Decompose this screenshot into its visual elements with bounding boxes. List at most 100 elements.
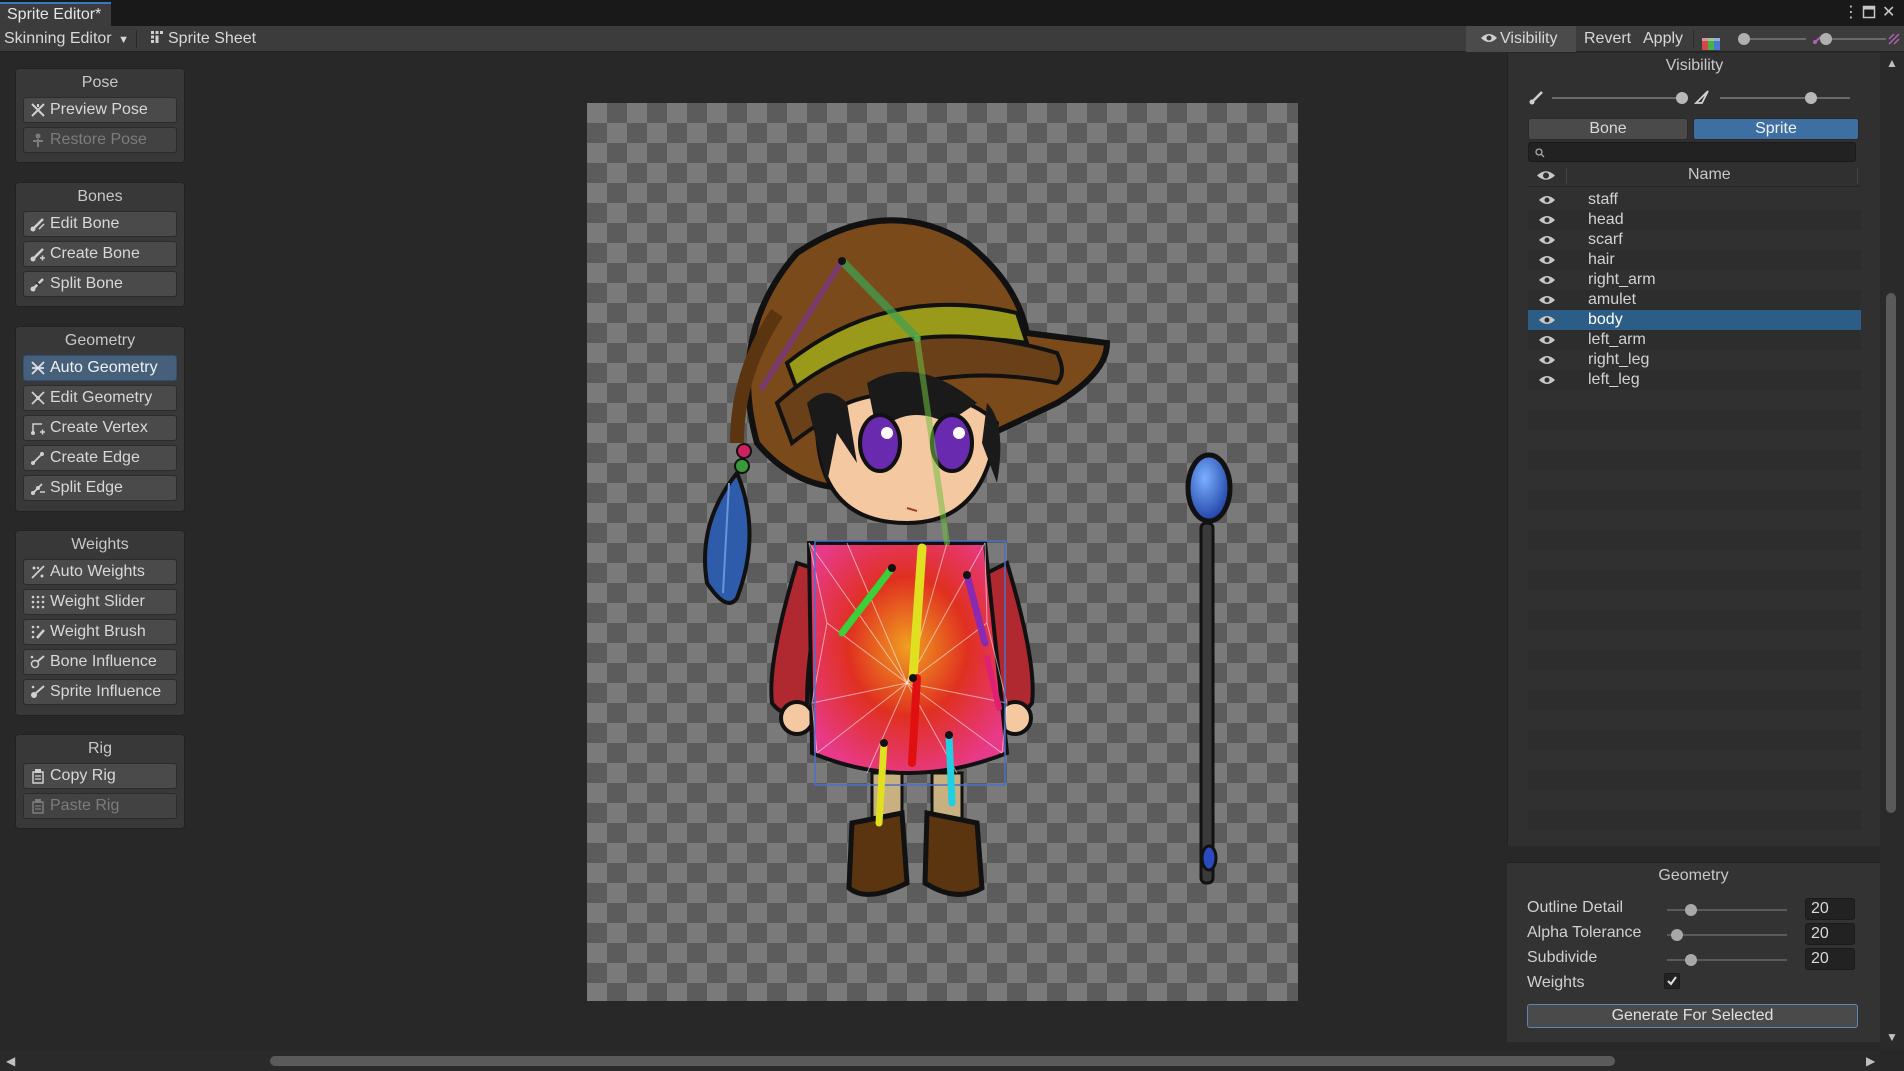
split-edge-button[interactable]: Split Edge — [23, 475, 177, 501]
scroll-down-icon[interactable]: ▼ — [1886, 1031, 1898, 1043]
sprite-row-empty — [1528, 570, 1861, 590]
sprite-row-scarf[interactable]: scarf — [1528, 230, 1861, 250]
generate-for-selected-button[interactable]: Generate For Selected — [1527, 1004, 1858, 1028]
edit-bone-label: Edit Bone — [50, 215, 120, 232]
sprite-row-hair[interactable]: hair — [1528, 250, 1861, 270]
weight-slider-button[interactable]: Weight Slider — [23, 589, 177, 615]
create-edge-label: Create Edge — [50, 449, 140, 466]
sprite-row-left_leg[interactable]: left_leg — [1528, 370, 1861, 390]
bone-opacity-slider[interactable] — [1552, 92, 1688, 104]
sprite-row-empty — [1528, 610, 1861, 630]
character-scene — [703, 217, 1233, 897]
sprite-row-empty — [1528, 590, 1861, 610]
apply-button[interactable]: Apply — [1643, 26, 1683, 52]
eye-icon[interactable] — [1538, 374, 1556, 386]
bone-opacity-knob[interactable] — [1676, 92, 1688, 104]
sprite-row-label: left_leg — [1588, 371, 1640, 388]
mode-dropdown[interactable]: Skinning Editor ▼ — [4, 26, 129, 52]
paste-rig-button[interactable]: Paste Rig — [23, 793, 177, 819]
sprite-sheet-button[interactable]: Sprite Sheet — [150, 26, 256, 52]
mesh-opacity-knob[interactable] — [1805, 92, 1817, 104]
search-icon — [1535, 148, 1545, 158]
subdivide-field[interactable]: 20 — [1805, 948, 1855, 970]
body-sprite-mesh[interactable] — [806, 540, 1010, 786]
color-mode-icon[interactable] — [1702, 33, 1720, 50]
zoom-slider[interactable] — [1738, 26, 1900, 52]
mesh-opacity-icon — [1694, 90, 1709, 104]
copy-rig-button[interactable]: Copy Rig — [23, 763, 177, 789]
auto-geometry-button[interactable]: Auto Geometry — [23, 355, 177, 381]
create-vertex-button[interactable]: Create Vertex — [23, 415, 177, 441]
weights-group-title: Weights — [71, 536, 129, 553]
create-bone-button[interactable]: Create Bone — [23, 241, 177, 267]
vertical-scrollbar[interactable]: ▲ ▼ — [1880, 53, 1904, 1050]
sprite-row-staff[interactable]: staff — [1528, 190, 1861, 210]
eye-icon[interactable] — [1538, 274, 1556, 286]
sprite-row-left_arm[interactable]: left_arm — [1528, 330, 1861, 350]
weight-brush-icon — [31, 625, 45, 639]
visibility-panel: Visibility Bone Sprite Name staff head sca… — [1507, 53, 1880, 846]
kebab-icon[interactable]: ⋮ — [1843, 3, 1859, 23]
restore-pose-label: Restore Pose — [50, 131, 147, 148]
auto-weights-button[interactable]: Auto Weights — [23, 559, 177, 585]
alpha-tolerance-knob[interactable] — [1670, 929, 1683, 941]
sprite-sheet-label: Sprite Sheet — [168, 30, 257, 47]
sprite-row-body[interactable]: body — [1528, 310, 1861, 330]
eye-icon[interactable] — [1538, 294, 1556, 306]
eye-icon[interactable] — [1538, 314, 1556, 326]
alpha-tolerance-slider[interactable] — [1667, 929, 1787, 941]
eye-icon[interactable] — [1538, 334, 1556, 346]
feather-sprite[interactable] — [703, 443, 752, 605]
split-bone-button[interactable]: Split Bone — [23, 271, 177, 297]
name-column-header[interactable]: Name — [1688, 166, 1731, 184]
vertical-scroll-thumb[interactable] — [1886, 293, 1896, 813]
geometry-panel-title: Geometry — [1658, 867, 1729, 884]
sprite-row-head[interactable]: head — [1528, 210, 1861, 230]
sprite-row-amulet[interactable]: amulet — [1528, 290, 1861, 310]
horizontal-scrollbar[interactable]: ◀ ▶ — [0, 1050, 1880, 1071]
eye-icon[interactable] — [1536, 169, 1556, 182]
sprite-canvas[interactable] — [587, 103, 1298, 1001]
visibility-toggle-button[interactable]: Visibility — [1466, 26, 1576, 52]
eye-icon[interactable] — [1538, 254, 1556, 266]
scroll-up-icon[interactable]: ▲ — [1886, 57, 1898, 69]
tab-bone[interactable]: Bone — [1528, 118, 1688, 140]
scroll-right-icon[interactable]: ▶ — [1866, 1055, 1875, 1067]
preview-pose-button[interactable]: Preview Pose — [23, 97, 177, 123]
subdivide-knob[interactable] — [1685, 954, 1697, 966]
tab-sprite[interactable]: Sprite — [1693, 118, 1859, 140]
outline-detail-knob[interactable] — [1685, 904, 1697, 916]
weight-brush-button[interactable]: Weight Brush — [23, 619, 177, 645]
create-edge-button[interactable]: Create Edge — [23, 445, 177, 471]
bone-influence-button[interactable]: Bone Influence — [23, 649, 177, 675]
eye-icon[interactable] — [1538, 214, 1556, 226]
create-edge-icon — [31, 452, 44, 465]
alpha-tolerance-field[interactable]: 20 — [1805, 923, 1855, 945]
eye-icon[interactable] — [1538, 234, 1556, 246]
split-edge-label: Split Edge — [50, 479, 123, 496]
close-icon[interactable]: ✕ — [1882, 3, 1895, 23]
sprite-row-label: right_arm — [1588, 271, 1656, 288]
maximize-icon[interactable] — [1862, 1, 1876, 25]
horizontal-scroll-thumb[interactable] — [270, 1056, 1615, 1066]
staff-sprite[interactable] — [1185, 452, 1233, 885]
visibility-toggle-label: Visibility — [1500, 30, 1558, 47]
weights-checkbox[interactable] — [1664, 973, 1680, 989]
outline-detail-slider[interactable] — [1667, 904, 1787, 916]
sprite-row-right_arm[interactable]: right_arm — [1528, 270, 1861, 290]
subdivide-slider[interactable] — [1667, 954, 1787, 966]
edit-geometry-button[interactable]: Edit Geometry — [23, 385, 177, 411]
edit-bone-button[interactable]: Edit Bone — [23, 211, 177, 237]
sprite-influence-button[interactable]: Sprite Influence — [23, 679, 177, 705]
scroll-left-icon[interactable]: ◀ — [6, 1055, 15, 1067]
revert-button[interactable]: Revert — [1584, 26, 1631, 52]
sprite-row-right_leg[interactable]: right_leg — [1528, 350, 1861, 370]
sprite-search-input[interactable] — [1528, 142, 1856, 162]
mesh-opacity-slider[interactable] — [1720, 92, 1850, 104]
window-title-tab[interactable]: Sprite Editor* — [0, 2, 112, 26]
eye-icon[interactable] — [1538, 354, 1556, 366]
outline-detail-field[interactable]: 20 — [1805, 898, 1855, 920]
eye-icon[interactable] — [1538, 194, 1556, 206]
legs-sprite[interactable] — [846, 771, 985, 897]
restore-pose-button[interactable]: Restore Pose — [23, 127, 177, 153]
